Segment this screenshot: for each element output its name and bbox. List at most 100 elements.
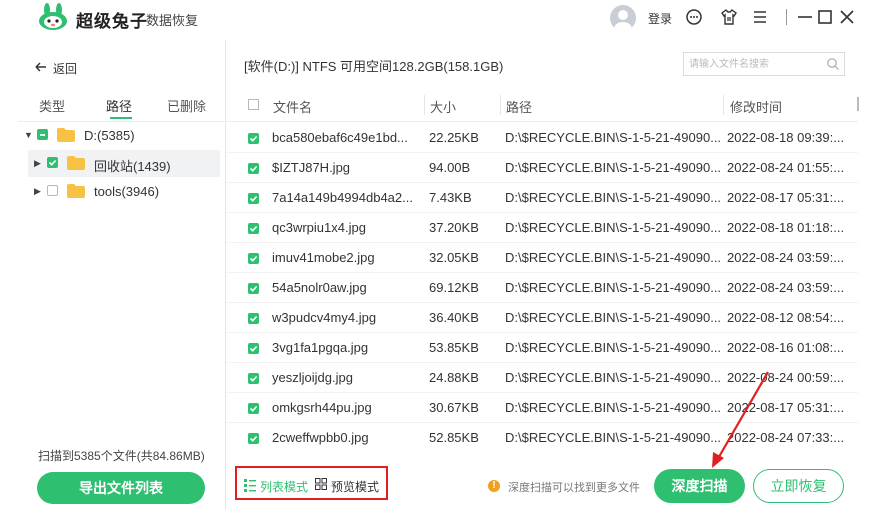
titlebar-separator: [786, 9, 787, 25]
file-modified-cell: 2022-08-24 07:33:...: [727, 430, 845, 445]
back-arrow-icon[interactable]: [34, 60, 48, 74]
row-checkbox[interactable]: [248, 193, 259, 204]
list-mode-button[interactable]: 列表模式: [260, 478, 308, 495]
expand-down-icon[interactable]: ▼: [24, 130, 33, 140]
file-path-cell: D:\$RECYCLE.BIN\S-1-5-21-49090...: [505, 160, 722, 175]
file-name-cell: 7a14a149b4994db4a2...: [272, 190, 413, 205]
row-checkbox[interactable]: [248, 163, 259, 174]
file-name-cell: imuv41mobe2.jpg: [272, 250, 375, 265]
expand-right-icon[interactable]: ▶: [34, 158, 41, 169]
file-modified-cell: 2022-08-12 08:54:...: [727, 310, 845, 325]
file-name-cell: omkgsrh44pu.jpg: [272, 400, 372, 415]
deep-scan-hint: 深度扫描可以找到更多文件: [508, 482, 640, 494]
row-checkbox[interactable]: [248, 313, 259, 324]
file-modified-cell: 2022-08-18 09:39:...: [727, 130, 845, 145]
file-name-cell: w3pudcv4my4.jpg: [272, 310, 377, 325]
file-path-cell: D:\$RECYCLE.BIN\S-1-5-21-49090...: [505, 220, 722, 235]
column-header-modified[interactable]: 修改时间: [730, 97, 782, 116]
scrollbar[interactable]: [857, 97, 859, 111]
active-tab-indicator: [110, 117, 132, 119]
minimize-icon[interactable]: [795, 7, 815, 27]
file-path-cell: D:\$RECYCLE.BIN\S-1-5-21-49090...: [505, 280, 722, 295]
file-path-cell: D:\$RECYCLE.BIN\S-1-5-21-49090...: [505, 340, 722, 355]
file-modified-cell: 2022-08-18 01:18:...: [727, 220, 845, 235]
grid-view-icon[interactable]: [315, 478, 327, 490]
close-icon[interactable]: [837, 7, 857, 27]
tree-checkbox[interactable]: [37, 129, 48, 140]
rabbit-logo-icon: [39, 3, 67, 30]
menu-icon[interactable]: [750, 7, 770, 27]
feedback-icon[interactable]: [684, 7, 704, 27]
search-icon[interactable]: [826, 57, 840, 71]
app-name: 超级兔子: [76, 12, 148, 31]
path-info: [软件(D:)] NTFS 可用空间128.2GB(158.1GB): [244, 59, 504, 74]
file-modified-cell: 2022-08-24 03:59:...: [727, 250, 845, 265]
file-path-cell: D:\$RECYCLE.BIN\S-1-5-21-49090...: [505, 250, 722, 265]
column-separator: [500, 95, 501, 115]
column-header-size[interactable]: 大小: [430, 97, 456, 116]
file-size-cell: 7.43KB: [429, 190, 472, 205]
back-button[interactable]: 返回: [53, 60, 77, 77]
file-size-cell: 32.05KB: [429, 250, 479, 265]
file-name-cell: bca580ebaf6c49e1bd...: [272, 130, 408, 145]
file-name-cell: 2cweffwpbb0.jpg: [272, 430, 369, 445]
export-list-button[interactable]: 导出文件列表: [37, 472, 205, 504]
row-checkbox[interactable]: [248, 133, 259, 144]
expand-right-icon[interactable]: ▶: [34, 186, 41, 197]
search-input[interactable]: [684, 53, 825, 75]
file-size-cell: 36.40KB: [429, 310, 479, 325]
tree-checkbox[interactable]: [47, 157, 58, 168]
file-name-cell: 54a5nolr0aw.jpg: [272, 280, 367, 295]
user-avatar-icon[interactable]: [610, 5, 636, 31]
search-box: [683, 52, 845, 76]
row-checkbox[interactable]: [248, 253, 259, 264]
tree-item-label: tools(3946): [94, 184, 160, 199]
file-size-cell: 37.20KB: [429, 220, 479, 235]
file-size-cell: 53.85KB: [429, 340, 479, 355]
column-header-name[interactable]: 文件名: [273, 97, 312, 116]
tab-deleted[interactable]: 已删除: [167, 96, 206, 115]
info-icon: !: [488, 480, 500, 492]
file-modified-cell: 2022-08-24 01:55:...: [727, 160, 845, 175]
file-size-cell: 24.88KB: [429, 370, 479, 385]
tree-item[interactable]: ▶ 回收站(1439): [18, 150, 222, 176]
file-name-cell: yeszljoijdg.jpg: [272, 370, 353, 385]
row-checkbox[interactable]: [248, 433, 259, 444]
file-path-cell: D:\$RECYCLE.BIN\S-1-5-21-49090...: [505, 190, 722, 205]
file-path-cell: D:\$RECYCLE.BIN\S-1-5-21-49090...: [505, 430, 722, 445]
folder-icon: [57, 128, 75, 142]
file-path-cell: D:\$RECYCLE.BIN\S-1-5-21-49090...: [505, 310, 722, 325]
file-path-cell: D:\$RECYCLE.BIN\S-1-5-21-49090...: [505, 370, 722, 385]
row-checkbox[interactable]: [248, 223, 259, 234]
tree-item[interactable]: ▼ D:(5385): [18, 122, 222, 148]
preview-mode-button[interactable]: 预览模式: [331, 478, 379, 495]
column-separator: [424, 95, 425, 115]
row-checkbox[interactable]: [248, 283, 259, 294]
maximize-icon[interactable]: [815, 7, 835, 27]
tab-path[interactable]: 路径: [106, 96, 132, 115]
file-size-cell: 22.25KB: [429, 130, 479, 145]
tree-item[interactable]: ▶ tools(3946): [18, 178, 222, 204]
list-view-icon[interactable]: [244, 478, 256, 492]
folder-icon: [67, 184, 85, 198]
scan-summary: 扫描到5385个文件(共84.86MB): [38, 449, 205, 463]
file-size-cell: 69.12KB: [429, 280, 479, 295]
tab-type[interactable]: 类型: [39, 96, 65, 115]
file-name-cell: 3vg1fa1pgqa.jpg: [272, 340, 369, 355]
recover-now-button[interactable]: 立即恢复: [753, 469, 844, 503]
file-size-cell: 94.00B: [429, 160, 471, 175]
deep-scan-button[interactable]: 深度扫描: [654, 469, 745, 503]
app-subtitle: 数据恢复: [146, 13, 199, 28]
column-header-path[interactable]: 路径: [506, 97, 532, 116]
tshirt-skin-icon[interactable]: [719, 7, 739, 27]
folder-icon: [67, 156, 85, 170]
file-size-cell: 30.67KB: [429, 400, 479, 415]
login-link[interactable]: 登录: [648, 10, 672, 27]
row-checkbox[interactable]: [248, 373, 259, 384]
tree-checkbox[interactable]: [47, 185, 58, 196]
file-modified-cell: 2022-08-16 01:08:...: [727, 340, 845, 355]
row-checkbox[interactable]: [248, 343, 259, 354]
select-all-checkbox[interactable]: [248, 99, 259, 110]
row-checkbox[interactable]: [248, 403, 259, 414]
column-separator: [723, 95, 724, 115]
